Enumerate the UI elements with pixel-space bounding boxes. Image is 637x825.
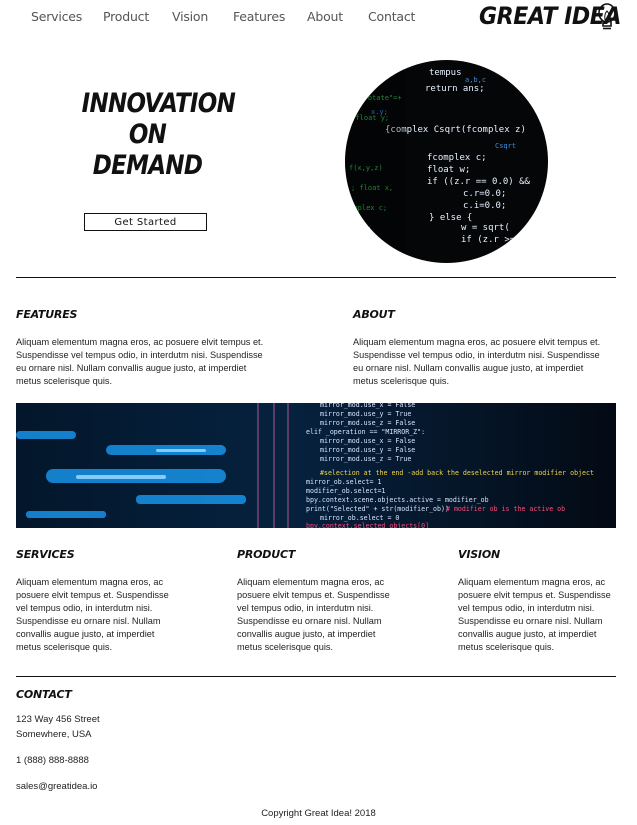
contact-phone[interactable]: 1 (888) 888-8888: [16, 755, 89, 766]
svg-text:elif _operation == "MIRROR_Z":: elif _operation == "MIRROR_Z":: [306, 428, 425, 436]
hero-title-line: on: [128, 119, 167, 150]
features-body: Aliquam elementum magna eros, ac posuere…: [16, 337, 264, 386]
svg-text:mirror_mod.use_x = False: mirror_mod.use_x = False: [320, 403, 415, 409]
svg-text:mirror_mod.use_x = False: mirror_mod.use_x = False: [320, 437, 415, 445]
contact-email[interactable]: sales@greatidea.io: [16, 781, 97, 792]
get-started-button[interactable]: Get Started: [84, 213, 207, 231]
svg-text:tempus: tempus: [429, 68, 462, 78]
svg-text:mirror_mod.use_y = True: mirror_mod.use_y = True: [320, 410, 411, 418]
svg-text:} else {: } else {: [429, 213, 472, 223]
svg-text:mirror_mod.use_z = True: mirror_mod.use_z = True: [320, 455, 411, 463]
code-screen-icon: + "rotate"=+ l float y; f(x,y,z) ; float…: [345, 60, 548, 263]
services-body: Aliquam elementum magna eros, ac posuere…: [16, 577, 169, 652]
svg-text:# modifier ob is the active ob: # modifier ob is the active ob: [446, 505, 565, 513]
svg-text:float w;: float w;: [427, 165, 470, 175]
divider: [16, 277, 616, 278]
product-title: Product: [237, 548, 296, 561]
svg-text:print("Selected" + str(modifie: print("Selected" + str(modifier_ob)): [306, 505, 449, 513]
services-title: Services: [16, 548, 75, 561]
svg-text:Csqrt: Csqrt: [495, 142, 516, 150]
svg-text:return z;: return z;: [349, 244, 387, 252]
svg-text:return ans;: return ans;: [425, 84, 485, 94]
features-title: Features: [16, 308, 78, 321]
svg-text:mirror_ob.select= 1: mirror_ob.select= 1: [306, 478, 381, 486]
contact-address-line1: 123 Way 456 Street: [16, 714, 100, 725]
nav-contact[interactable]: Contact: [368, 9, 415, 24]
product-body: Aliquam elementum magna eros, ac posuere…: [237, 577, 390, 652]
vision-body: Aliquam elementum magna eros, ac posuere…: [458, 577, 611, 652]
svg-text:mirror_mod.use_z = False: mirror_mod.use_z = False: [320, 419, 415, 427]
top-nav: Services Product Vision Features About C…: [0, 0, 637, 36]
hero-title: Innovation on Demand: [81, 88, 236, 181]
svg-text:bpy.context.scene.objects.acti: bpy.context.scene.objects.active = modif…: [306, 496, 489, 504]
nav-services[interactable]: Services: [31, 9, 82, 24]
contact-title: Contact: [16, 688, 72, 701]
svg-text:mirror_ob.select = 0: mirror_ob.select = 0: [320, 514, 399, 522]
svg-text:if (z.r >= 0.0): if (z.r >= 0.0): [461, 235, 542, 245]
svg-text:bpy.context.selected_objects[0: bpy.context.selected_objects[0]: [306, 522, 429, 528]
svg-text:if ((z.r == 0.0) &&: if ((z.r == 0.0) &&: [427, 177, 531, 187]
divider: [16, 676, 616, 677]
svg-text:mirror_mod.use_y = False: mirror_mod.use_y = False: [320, 446, 415, 454]
svg-text:w = sqrt(: w = sqrt(: [461, 223, 510, 233]
nav-vision[interactable]: Vision: [172, 9, 208, 24]
svg-text:a,b,c: a,b,c: [465, 76, 486, 84]
contact-address-line2: Somewhere, USA: [16, 729, 92, 740]
svg-text:modifier_ob.select=1: modifier_ob.select=1: [306, 487, 385, 495]
svg-text:fcomplex c;: fcomplex c;: [427, 153, 487, 163]
hero-title-line: Demand: [92, 150, 203, 181]
svg-text:c.r=0.0;: c.r=0.0;: [463, 189, 506, 199]
about-body: Aliquam elementum magna eros, ac posuere…: [353, 337, 601, 386]
code-editor-banner: mirror_mod.use_x = False mirror_mod.use_…: [16, 403, 616, 528]
svg-text:{complex Csqrt(fcomplex z): {complex Csqrt(fcomplex z): [385, 125, 526, 135]
copyright-text: Copyright Great Idea! 2018: [261, 808, 376, 819]
svg-text:c.i=0.0;: c.i=0.0;: [463, 201, 506, 211]
svg-text:#selection at the end -add bac: #selection at the end -add back the dese…: [320, 469, 594, 477]
vision-title: Vision: [458, 548, 500, 561]
hero-title-line: Innovation: [81, 88, 236, 119]
nav-features[interactable]: Features: [233, 9, 285, 24]
about-title: About: [353, 308, 395, 321]
nav-product[interactable]: Product: [103, 9, 149, 24]
nav-about[interactable]: About: [307, 9, 343, 24]
lightbulb-icon: [598, 3, 616, 30]
